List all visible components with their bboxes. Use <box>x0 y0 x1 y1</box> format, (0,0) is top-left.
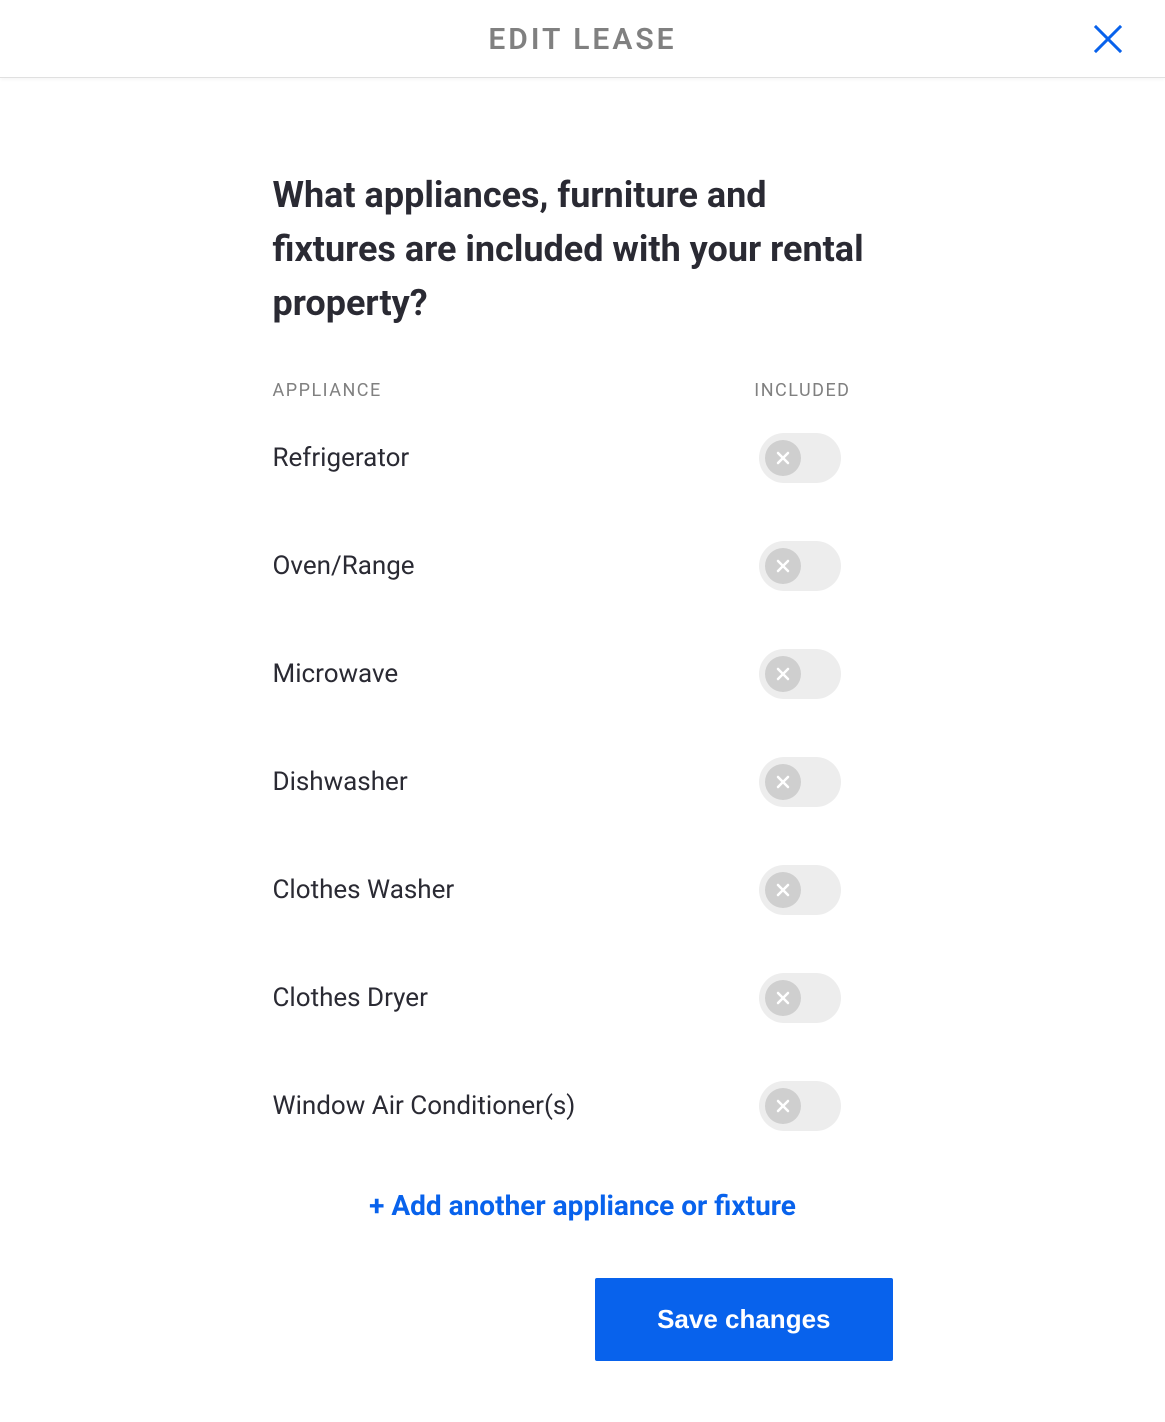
included-toggle[interactable] <box>759 1081 841 1131</box>
add-appliance-link[interactable]: + Add another appliance or fixture <box>273 1189 893 1222</box>
close-icon <box>1093 24 1123 54</box>
appliance-name: Dishwasher <box>273 767 408 797</box>
appliance-row: Clothes Washer <box>273 865 893 915</box>
appliance-row: Refrigerator <box>273 433 893 483</box>
x-icon <box>775 990 791 1006</box>
appliance-name: Oven/Range <box>273 551 415 581</box>
x-icon <box>775 774 791 790</box>
x-icon <box>775 1098 791 1114</box>
appliance-row: Dishwasher <box>273 757 893 807</box>
appliance-list: Refrigerator Oven/Range Microwave Dishwashe… <box>273 433 893 1131</box>
column-included-label: INCLUDED <box>754 380 850 401</box>
modal-title: EDIT LEASE <box>488 22 676 57</box>
toggle-knob <box>765 764 801 800</box>
toggle-knob <box>765 548 801 584</box>
footer: Save changes <box>273 1278 893 1361</box>
x-icon <box>775 558 791 574</box>
table-header: APPLIANCE INCLUDED <box>273 380 893 401</box>
appliance-name: Refrigerator <box>273 443 410 473</box>
appliance-row: Clothes Dryer <box>273 973 893 1023</box>
close-button[interactable] <box>1093 24 1123 54</box>
included-toggle[interactable] <box>759 433 841 483</box>
appliance-name: Clothes Washer <box>273 875 455 905</box>
included-toggle[interactable] <box>759 757 841 807</box>
toggle-knob <box>765 656 801 692</box>
appliance-row: Window Air Conditioner(s) <box>273 1081 893 1131</box>
included-toggle[interactable] <box>759 541 841 591</box>
x-icon <box>775 882 791 898</box>
appliance-row: Oven/Range <box>273 541 893 591</box>
page-heading: What appliances, furniture and fixtures … <box>273 168 893 330</box>
included-toggle[interactable] <box>759 649 841 699</box>
toggle-knob <box>765 980 801 1016</box>
appliance-name: Clothes Dryer <box>273 983 428 1013</box>
x-icon <box>775 666 791 682</box>
included-toggle[interactable] <box>759 973 841 1023</box>
column-appliance-label: APPLIANCE <box>273 380 382 401</box>
included-toggle[interactable] <box>759 865 841 915</box>
save-button[interactable]: Save changes <box>595 1278 892 1361</box>
appliance-name: Microwave <box>273 659 399 689</box>
modal-header: EDIT LEASE <box>0 0 1165 78</box>
appliance-row: Microwave <box>273 649 893 699</box>
toggle-knob <box>765 872 801 908</box>
x-icon <box>775 450 791 466</box>
modal-content: What appliances, furniture and fixtures … <box>263 168 903 1361</box>
appliance-name: Window Air Conditioner(s) <box>273 1091 576 1121</box>
toggle-knob <box>765 1088 801 1124</box>
toggle-knob <box>765 440 801 476</box>
